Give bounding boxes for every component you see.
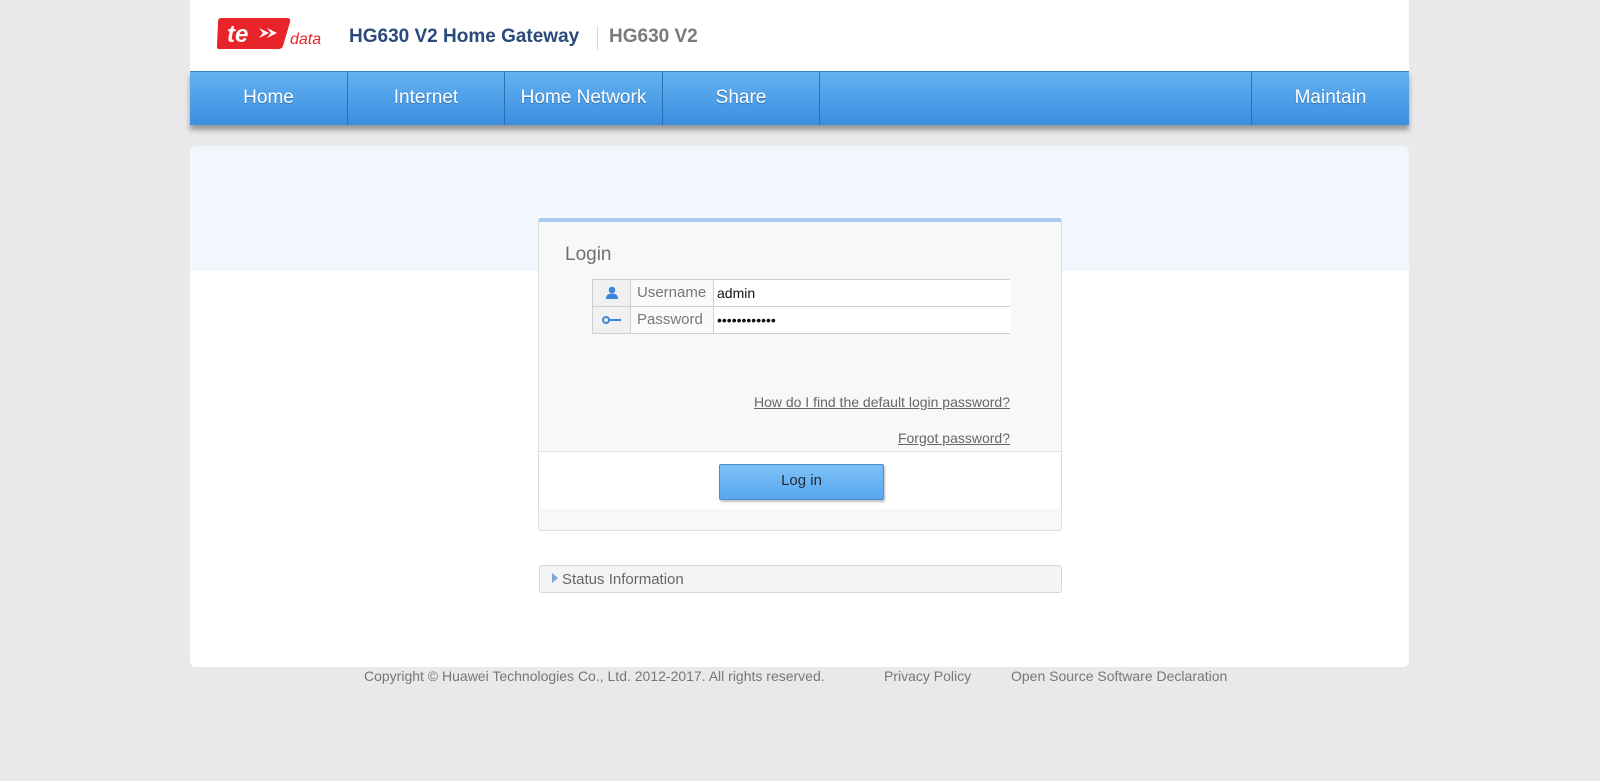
- nav-home-network[interactable]: Home Network: [505, 72, 663, 125]
- gateway-title: HG630 V2 Home Gateway: [349, 26, 580, 47]
- username-row: Username: [593, 280, 1011, 307]
- header: te data HG630 V2 Home Gateway HG630 V2: [190, 0, 1409, 71]
- main-panel: Login Username Password How do: [190, 146, 1409, 667]
- nav-home[interactable]: Home: [190, 72, 348, 125]
- status-information-toggle[interactable]: Status Information: [539, 565, 1062, 593]
- triangle-right-icon: [552, 573, 558, 583]
- password-input[interactable]: [715, 307, 1011, 333]
- login-title: Login: [565, 244, 612, 265]
- login-button-row: Log in: [539, 451, 1061, 509]
- forgot-password-link[interactable]: Forgot password?: [898, 430, 1010, 446]
- nav-internet[interactable]: Internet: [348, 72, 505, 125]
- status-information-label: Status Information: [562, 571, 684, 588]
- title-divider: [597, 26, 598, 50]
- username-input[interactable]: [715, 280, 1011, 306]
- main-nav: Home Internet Home Network Share Maintai…: [190, 71, 1409, 125]
- login-box: Login Username Password How do: [538, 218, 1062, 531]
- nav-share[interactable]: Share: [663, 72, 820, 125]
- svg-text:data: data: [290, 31, 321, 48]
- login-button[interactable]: Log in: [719, 464, 884, 500]
- password-label: Password: [631, 307, 714, 333]
- nav-maintain[interactable]: Maintain: [1252, 72, 1409, 125]
- footer-copyright: Copyright © Huawei Technologies Co., Ltd…: [364, 668, 825, 684]
- te-data-logo: te data: [216, 16, 327, 50]
- svg-text:te: te: [227, 21, 248, 48]
- nav-spacer: [820, 72, 1252, 125]
- username-label: Username: [631, 280, 714, 306]
- privacy-policy-link[interactable]: Privacy Policy: [884, 668, 971, 684]
- open-source-declaration-link[interactable]: Open Source Software Declaration: [1011, 668, 1227, 684]
- key-icon: [593, 307, 631, 333]
- user-icon: [593, 280, 631, 306]
- gateway-model: HG630 V2: [609, 26, 698, 47]
- default-password-link[interactable]: How do I find the default login password…: [754, 394, 1010, 410]
- credentials-table: Username Password: [592, 279, 1011, 334]
- password-row: Password: [593, 307, 1011, 333]
